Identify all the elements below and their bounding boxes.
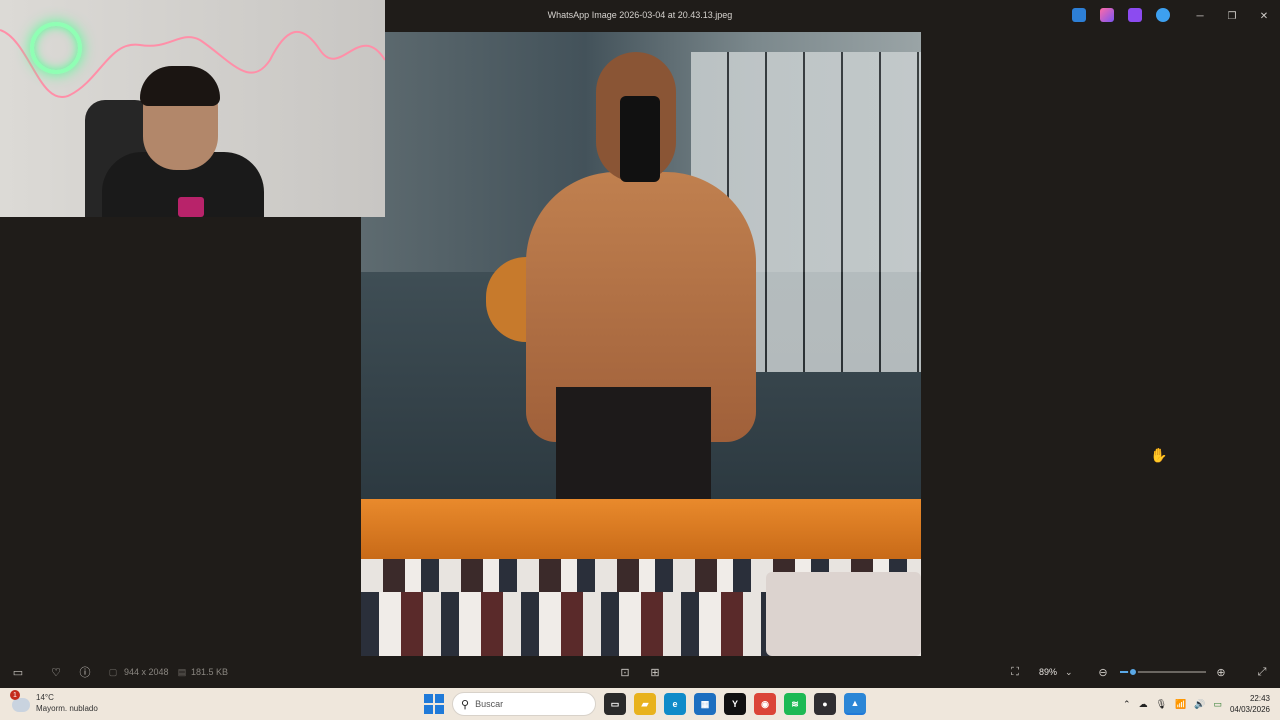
zoom-dropdown[interactable]: 89% ⌄ [1031,662,1087,682]
zoom-slider-thumb[interactable] [1127,667,1138,677]
hand-cursor-icon: ✋ [1150,447,1168,463]
viewer-toolbar: ▭ ♡ ⓘ ▢ 944 x 2048 ▤ 181.5 KB ⊡ ⊞ ⛶ 89% … [0,656,1280,688]
taskbar-app-edge[interactable]: e [664,693,686,715]
taskbar-app-task-view[interactable]: ▭ [604,693,626,715]
windows-taskbar: 1 14°C Mayorm. nublado ⚲ Buscar ▭ ▰ e ▦ Y ◉ ≋ ●… [0,688,1280,720]
cloud-icon: 1 [10,690,30,712]
window-controls: ─ ❐ ✕ [1184,0,1280,32]
notification-badge: 1 [10,690,20,700]
microphone-icon[interactable]: 🎙 [1156,699,1167,710]
taskbar-app-photos[interactable]: ▲ [844,693,866,715]
file-size-icon: ▤ [177,666,187,677]
photos-app-window: WhatsApp Image 2026-03-04 at 20.43.13.jp… [0,0,1280,720]
clock-time: 22:43 [1249,694,1270,703]
clock[interactable]: 22:43 04/03/2026 [1230,693,1270,715]
wifi-icon[interactable]: 📶 [1175,699,1186,710]
search-icon: ⚲ [461,698,470,711]
zoom-out-icon[interactable]: ⊖ [1094,664,1112,680]
zoom-in-icon[interactable]: ⊕ [1212,664,1230,680]
photo-sink-counter [361,499,921,559]
neon-smiley-sign [30,22,82,74]
filmstrip-icon[interactable]: ▭ [9,664,27,680]
weather-text: 14°C Mayorm. nublado [36,692,98,714]
photo-shorts [556,387,711,507]
fullscreen-icon[interactable]: ⤢ [1253,664,1271,680]
webcam-overlay [0,0,385,217]
zoom-value: 89% [1039,667,1058,677]
displayed-photo[interactable] [361,32,921,656]
taskbar-app-file-explorer[interactable]: ▰ [634,693,656,715]
close-button[interactable]: ✕ [1248,0,1280,32]
visual-search-icon[interactable]: ⊞ [646,664,664,680]
clock-date: 04/03/2026 [1229,705,1270,714]
dimensions-icon: ▢ [108,666,118,677]
copilot-icon[interactable] [1100,8,1114,22]
photo-box [766,572,921,656]
clipchamp-icon[interactable] [1128,8,1142,22]
edit-icon[interactable] [1072,8,1086,22]
onedrive-tray-icon[interactable]: ☁ [1139,699,1148,710]
start-button[interactable] [424,694,444,714]
pinned-apps: ▭ ▰ e ▦ Y ◉ ≋ ● ▲ [604,693,866,715]
maximize-button[interactable]: ❐ [1216,0,1248,32]
system-tray: ⌃ ☁ 🎙 📶 🔊 ▭ 22:43 04/03/2026 [1123,688,1280,720]
taskbar-app-obs[interactable]: ● [814,693,836,715]
taskbar-app-spotify[interactable]: ≋ [784,693,806,715]
taskbar-app-microsoft-store[interactable]: ▦ [694,693,716,715]
weather-condition: Mayorm. nublado [36,704,98,713]
title-bar-app-icons [1072,8,1170,22]
volume-icon[interactable]: 🔊 [1194,699,1205,710]
onedrive-icon[interactable] [1156,8,1170,22]
taskbar-search[interactable]: ⚲ Buscar [452,692,596,716]
taskbar-app-chrome[interactable]: ◉ [754,693,776,715]
info-icon[interactable]: ⓘ [76,664,94,680]
chevron-up-icon[interactable]: ⌃ [1123,699,1131,710]
minimize-button[interactable]: ─ [1184,0,1216,32]
image-dimensions: 944 x 2048 [124,667,169,677]
crop-icon[interactable]: ⊡ [616,664,634,680]
file-size: 181.5 KB [191,667,229,677]
zoom-slider[interactable] [1120,667,1206,677]
weather-widget[interactable]: 1 14°C Mayorm. nublado [10,690,98,714]
fit-to-window-icon[interactable]: ⛶ [1006,664,1024,680]
photo-phone [620,96,660,182]
weather-temperature: 14°C [36,693,54,702]
favorite-heart-icon[interactable]: ♡ [47,664,65,680]
taskbar-app-y-app[interactable]: Y [724,693,746,715]
chevron-down-icon: ⌄ [1065,666,1073,677]
pink-mug [178,197,204,217]
taskbar-center: ⚲ Buscar ▭ ▰ e ▦ Y ◉ ≋ ● ▲ [424,692,866,716]
search-placeholder: Buscar [475,699,504,709]
battery-icon[interactable]: ▭ [1213,699,1222,710]
